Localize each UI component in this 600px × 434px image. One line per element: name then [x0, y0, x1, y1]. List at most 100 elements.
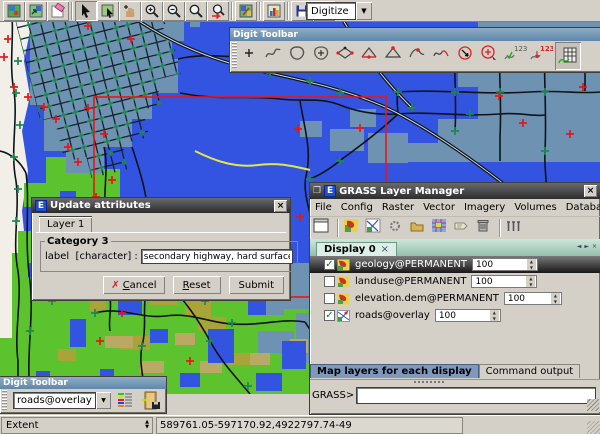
zoom-extent-button[interactable]	[185, 1, 207, 21]
layer-manager-titlebar[interactable]: ❐ E GRASS Layer Manager ×	[310, 183, 600, 199]
resize-grip[interactable]	[587, 399, 599, 411]
digit-toolbar-bottom-titlebar[interactable]: Digit Toolbar	[0, 377, 166, 389]
menu-volumes[interactable]: Volumes	[514, 200, 556, 215]
add-command-button[interactable]	[387, 218, 407, 238]
tab-layer-1[interactable]: Layer 1	[39, 217, 92, 232]
zoom-in-button[interactable]	[141, 1, 163, 21]
tab-nav-right-icon[interactable]: ►	[584, 243, 589, 250]
layer-checkbox[interactable]: ✓	[324, 310, 335, 321]
split-line-tool[interactable]	[407, 43, 431, 69]
tab-map-layers[interactable]: Map layers for each display	[310, 364, 479, 378]
tab-nav-left-icon[interactable]: ◄	[577, 243, 582, 250]
digitize-dropdown-button[interactable]: ▼	[356, 2, 372, 20]
sash-grip[interactable]	[414, 381, 444, 383]
window-restore-icon[interactable]: ❐	[313, 186, 321, 196]
erase-display-button[interactable]	[47, 1, 69, 21]
redraw-map-button[interactable]	[25, 1, 47, 21]
grass-prompt-label: GRASS>	[312, 390, 354, 401]
spinner-arrows[interactable]: ▲▼	[145, 420, 149, 430]
menu-database[interactable]: Database	[566, 200, 600, 215]
delete-element-tool[interactable]	[479, 43, 503, 69]
opacity-spinbox[interactable]: 100 ▲▼	[471, 275, 537, 288]
new-display-button[interactable]	[313, 218, 333, 238]
toolbar-separator	[231, 2, 233, 20]
digitize-combobox[interactable]: Digitize ▼	[306, 2, 372, 20]
display-attributes-tool[interactable]: 123	[529, 43, 555, 69]
menu-vector[interactable]: Vector	[423, 200, 455, 215]
move-vertex-tool[interactable]	[335, 43, 359, 69]
close-icon[interactable]: ×	[274, 200, 287, 212]
category-groupbox: Category 3 label [character] :	[40, 236, 298, 272]
layer-row-landuse[interactable]: landuse@PERMANENT 100 ▲▼	[310, 273, 600, 290]
svg-text:123: 123	[514, 45, 527, 53]
layer-select-combobox[interactable]: roads@overlay ▼	[13, 392, 111, 409]
digitizer-settings-tool[interactable]	[555, 42, 581, 70]
label-field-input[interactable]	[141, 249, 293, 264]
add-vertex-tool[interactable]	[359, 43, 383, 69]
layer-checkbox[interactable]	[324, 276, 335, 287]
coordinates-display: 589761.05-597170.92,4922797.74-49	[156, 417, 463, 434]
resize-grip[interactable]	[587, 421, 600, 434]
add-labels-button[interactable]	[453, 218, 473, 238]
console-panel: GRASS>	[310, 379, 600, 412]
tab-display-0[interactable]: Display 0 ×	[316, 242, 397, 256]
layer-row-roads[interactable]: ✓ roads@overlay 100 ▲▼	[310, 307, 600, 324]
reset-button[interactable]: Reset	[173, 276, 221, 294]
pointer-tool-button[interactable]	[75, 1, 97, 21]
opacity-spinbox[interactable]: 100 ▲▼	[504, 292, 562, 305]
tab-command-output[interactable]: Command output	[479, 364, 581, 378]
add-vector-button[interactable]	[365, 218, 385, 238]
layer-checkbox[interactable]	[324, 293, 335, 304]
tab-nav-close-icon[interactable]: ×	[592, 243, 597, 250]
layer-checkbox[interactable]: ✓	[324, 259, 335, 270]
cancel-button[interactable]: ✗ Cancel	[103, 276, 164, 294]
remove-vertex-tool[interactable]	[383, 43, 407, 69]
menu-imagery[interactable]: Imagery	[464, 200, 505, 215]
analyze-button[interactable]	[235, 1, 257, 21]
edit-line-tool[interactable]	[431, 43, 455, 69]
opacity-spinbox[interactable]: 100 ▲▼	[435, 309, 501, 322]
display-categories-tool[interactable]: 123	[503, 43, 529, 69]
console-input[interactable]	[356, 387, 596, 404]
tab-nav: ◄ ► ×	[577, 243, 597, 250]
toolbar-drag-handle[interactable]	[2, 390, 7, 410]
layer-row-elevation[interactable]: elevation.dem@PERMANENT 100 ▲▼	[310, 290, 600, 307]
vector-layer-icon	[337, 310, 350, 322]
digitize-boundary-tool[interactable]	[287, 43, 311, 69]
update-attributes-titlebar[interactable]: E Update attributes ×	[32, 198, 290, 213]
save-and-exit-button[interactable]	[139, 390, 163, 410]
tab-close-icon[interactable]: ×	[381, 244, 389, 255]
raster-layer-icon	[337, 293, 350, 305]
digit-toolbar-titlebar[interactable]: Digit Toolbar	[230, 28, 600, 41]
notebook-edge	[36, 232, 286, 233]
menu-raster[interactable]: Raster	[382, 200, 414, 215]
delete-layer-button[interactable]	[475, 218, 495, 238]
query-tool-button[interactable]	[97, 1, 119, 21]
add-raster-button[interactable]	[343, 218, 363, 238]
display-notebook-band: Display 0 × ◄ ► ×	[310, 239, 600, 256]
display-map-button[interactable]	[3, 1, 25, 21]
layer-name: roads@overlay	[355, 310, 430, 321]
digitize-centroid-tool[interactable]	[311, 43, 335, 69]
add-overlay-button[interactable]	[431, 218, 451, 238]
menu-config[interactable]: Config	[341, 200, 373, 215]
pan-tool-button[interactable]	[119, 1, 141, 21]
attribute-table-button[interactable]	[505, 218, 527, 238]
layer-select-dropdown-button[interactable]: ▼	[96, 392, 111, 409]
dialog-title: Update attributes	[50, 200, 271, 211]
extent-mode-combobox[interactable]: Extent ▲▼	[1, 417, 153, 434]
zoom-out-button[interactable]	[163, 1, 185, 21]
add-group-button[interactable]	[409, 218, 429, 238]
move-element-tool[interactable]	[455, 43, 479, 69]
opacity-spinbox[interactable]: 100 ▲▼	[472, 258, 538, 271]
display-legend-button[interactable]	[115, 391, 135, 409]
menu-file[interactable]: File	[315, 200, 332, 215]
submit-button[interactable]: Submit	[229, 276, 284, 294]
digitize-line-tool[interactable]	[263, 43, 287, 69]
zoom-back-button[interactable]	[207, 1, 229, 21]
close-icon[interactable]: ×	[584, 185, 597, 197]
layer-row-geology[interactable]: ✓ geology@PERMANENT 100 ▲▼	[310, 256, 600, 273]
digitize-point-tool[interactable]	[239, 43, 263, 69]
toolbar-drag-handle[interactable]	[232, 42, 237, 69]
histogram-button[interactable]	[263, 1, 285, 21]
